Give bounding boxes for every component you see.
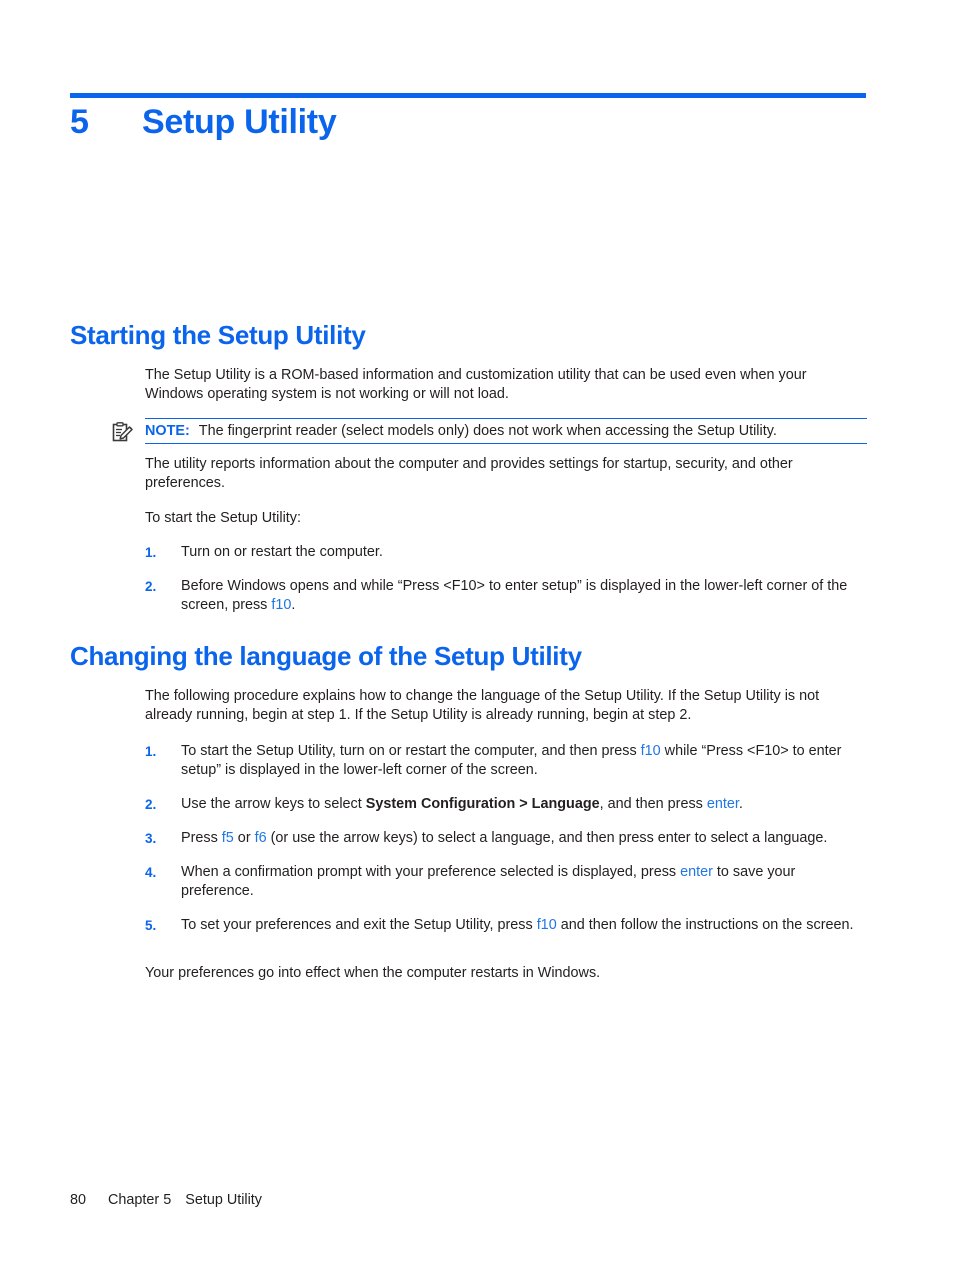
page-footer: 80 Chapter 5 Setup Utility xyxy=(70,1192,262,1208)
list-item-text: When a confirmation prompt with your pre… xyxy=(181,864,795,899)
text-run: To set your preferences and exit the Set… xyxy=(181,917,537,933)
footer-chapter-title: Setup Utility xyxy=(185,1192,262,1208)
list-item-marker: 4. xyxy=(145,865,157,880)
list-item: 2. Before Windows opens and while “Press … xyxy=(145,577,867,615)
footer-page-number: 80 xyxy=(70,1192,87,1208)
text-run: . xyxy=(738,796,743,812)
text-run: To start the Setup Utility, turn on or r… xyxy=(181,743,641,759)
changing-language-intro-paragraph: The following procedure explains how to … xyxy=(145,688,820,723)
key-reference: f5 xyxy=(221,830,234,846)
section-heading-starting: Starting the Setup Utility xyxy=(70,320,366,350)
to-start-lead-in: To start the Setup Utility: xyxy=(145,510,301,526)
list-item-marker: 1. xyxy=(145,545,157,560)
list-item: 4. When a confirmation prompt with your p… xyxy=(145,863,867,901)
chapter-header-rule xyxy=(70,93,866,98)
chapter-title: Setup Utility xyxy=(142,103,337,141)
menu-path-emphasis: System Configuration > Language xyxy=(365,796,600,812)
note-text: The fingerprint reader (select models on… xyxy=(198,423,777,439)
text-run: (or use the arrow keys) to select a lang… xyxy=(266,830,828,846)
list-item-text: Before Windows opens and while “Press <F… xyxy=(181,578,847,613)
starting-steps-list: 1. Turn on or restart the computer. 2. Befo… xyxy=(145,543,867,615)
text-run: and then follow the instructions on the … xyxy=(556,917,854,933)
note-clipboard-icon xyxy=(112,422,134,443)
note-body: NOTE: The fingerprint reader (select mode… xyxy=(145,418,867,444)
list-item-marker: 3. xyxy=(145,831,157,846)
list-item-text: To start the Setup Utility, turn on or r… xyxy=(181,743,841,778)
key-reference: f6 xyxy=(254,830,267,846)
starting-reports-paragraph: The utility reports information about th… xyxy=(145,456,793,491)
text-run: or xyxy=(233,830,255,846)
key-reference: f10 xyxy=(271,597,292,613)
chapter-number: 5 xyxy=(70,103,89,141)
list-item-text: Turn on or restart the computer. xyxy=(181,544,383,560)
document-page: 5 Setup Utility Starting the Setup Utili… xyxy=(0,0,954,1270)
list-item: 1. Turn on or restart the computer. xyxy=(145,543,867,562)
list-item-marker: 1. xyxy=(145,744,157,759)
key-reference: f10 xyxy=(536,917,557,933)
list-item-marker: 5. xyxy=(145,918,157,933)
key-reference: f10 xyxy=(640,743,661,759)
list-item: 3. Press f5 or f6 (or use the arrow keys)… xyxy=(145,829,867,848)
list-item-text: Press f5 or f6 (or use the arrow keys) t… xyxy=(181,830,827,846)
list-item: 5. To set your preferences and exit the S… xyxy=(145,916,867,935)
changing-language-steps-list: 1. To start the Setup Utility, turn on or… xyxy=(145,742,867,935)
list-item-marker: 2. xyxy=(145,579,157,594)
footer-chapter-label: Chapter 5 xyxy=(108,1192,172,1208)
text-run: When a confirmation prompt with your pre… xyxy=(181,864,681,880)
key-reference: enter xyxy=(680,864,713,880)
note-label: NOTE: xyxy=(145,423,190,439)
text-run: , and then press xyxy=(599,796,707,812)
list-item: 2. Use the arrow keys to select System Co… xyxy=(145,795,867,814)
closing-paragraph: Your preferences go into effect when the… xyxy=(145,965,601,981)
note-admonition: NOTE: The fingerprint reader (select mode… xyxy=(112,418,867,444)
key-reference: enter xyxy=(706,796,739,812)
starting-intro-paragraph: The Setup Utility is a ROM-based informa… xyxy=(145,367,807,402)
text-run: Turn on or restart the computer. xyxy=(181,544,383,560)
text-run: . xyxy=(291,597,296,613)
text-run: Press xyxy=(181,830,222,846)
section-heading-changing-language: Changing the language of the Setup Utili… xyxy=(70,641,582,671)
list-item-marker: 2. xyxy=(145,797,157,812)
list-item: 1. To start the Setup Utility, turn on or… xyxy=(145,742,867,780)
text-run: Use the arrow keys to select xyxy=(181,796,366,812)
list-item-text: To set your preferences and exit the Set… xyxy=(181,917,854,933)
chapter-heading: 5 Setup Utility xyxy=(70,103,870,142)
list-item-text: Use the arrow keys to select System Conf… xyxy=(181,796,743,812)
